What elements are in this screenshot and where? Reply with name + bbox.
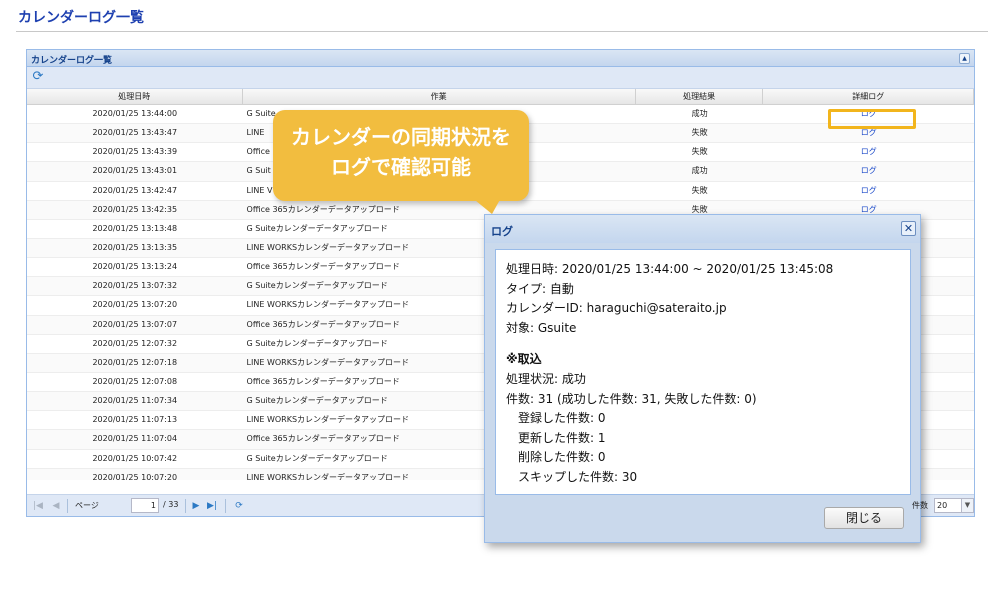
grid-toolbar: ⟳ — [27, 67, 974, 89]
panel-header: カレンダーログ一覧 ▲ — [27, 50, 974, 67]
title-divider — [16, 31, 988, 32]
prev-page-icon[interactable]: ◀ — [51, 500, 61, 512]
cell-time: 2020/01/25 13:07:32 — [92, 281, 178, 291]
log-status: 処理状況: 成功 — [506, 371, 586, 386]
dialog-header: ログ ✕ — [485, 215, 920, 243]
chevron-down-icon[interactable]: ▼ — [961, 498, 974, 513]
cell-time: 2020/01/25 10:07:20 — [92, 472, 178, 480]
cell-time: 2020/01/25 13:42:35 — [92, 204, 178, 214]
log-registered: 登録した件数: 0 — [518, 411, 606, 426]
cell-time: 2020/01/25 13:07:20 — [92, 300, 178, 310]
cell-result: 成功 — [691, 166, 708, 176]
log-link[interactable]: ログ — [861, 205, 877, 214]
dialog-body: 処理日時: 2020/01/25 13:44:00 ~ 2020/01/25 1… — [495, 249, 911, 495]
page-size-group: 件数 20 ▼ — [912, 495, 974, 515]
cell-time: 2020/01/25 12:07:08 — [92, 376, 178, 386]
pager-separator — [225, 499, 226, 513]
refresh-icon[interactable]: ⟳ — [234, 500, 244, 512]
log-updated: 更新した件数: 1 — [518, 430, 606, 445]
cell-log-link: ログ — [763, 162, 974, 180]
log-time: 処理日時: 2020/01/25 13:44:00 ~ 2020/01/25 1… — [506, 262, 834, 276]
cell-log-link: ログ — [763, 143, 974, 161]
total-pages: / 33 — [163, 500, 179, 509]
log-target: 対象: Gsuite — [506, 320, 577, 335]
cell-time: 2020/01/25 13:13:24 — [92, 262, 178, 272]
last-page-icon[interactable]: ▶| — [207, 500, 217, 512]
refresh-icon[interactable]: ⟳ — [31, 70, 45, 84]
cell-time: 2020/01/25 10:07:42 — [92, 453, 178, 463]
cell-log-link: ログ — [763, 182, 974, 200]
callout-line-1: カレンダーの同期状況を — [291, 125, 511, 149]
log-type: タイプ: 自動 — [506, 281, 574, 296]
grid-header: 処理日時 作業 処理結果 詳細ログ — [27, 89, 975, 105]
log-link[interactable]: ログ — [861, 166, 877, 175]
cell-time: 2020/01/25 13:43:01 — [92, 166, 178, 176]
close-button[interactable]: 閉じる — [824, 507, 904, 529]
cell-time: 2020/01/25 11:07:34 — [92, 396, 178, 406]
pager-separator — [185, 499, 186, 513]
first-page-icon[interactable]: |◀ — [33, 500, 43, 512]
cell-time: 2020/01/25 13:13:48 — [92, 223, 178, 233]
dialog-title: ログ — [491, 225, 513, 238]
log-section-title: ※取込 — [506, 352, 542, 367]
page-size-label: 件数 — [912, 501, 928, 510]
collapse-icon[interactable]: ▲ — [959, 53, 970, 64]
close-icon[interactable]: ✕ — [901, 221, 916, 236]
cell-result: 失敗 — [691, 185, 708, 195]
column-header-log[interactable]: 詳細ログ — [763, 89, 975, 104]
cell-time: 2020/01/25 13:43:39 — [92, 147, 178, 157]
pager-separator — [67, 499, 68, 513]
log-link[interactable]: ログ — [861, 128, 877, 137]
cell-result: 失敗 — [691, 128, 708, 138]
page-label: ページ — [75, 501, 99, 510]
log-dialog: ログ ✕ 処理日時: 2020/01/25 13:44:00 ~ 2020/01… — [484, 214, 921, 543]
callout-text: カレンダーの同期状況を ログで確認可能 — [273, 122, 529, 182]
cell-time: 2020/01/25 12:07:18 — [92, 357, 178, 367]
cell-result: 失敗 — [691, 147, 708, 157]
cell-time: 2020/01/25 13:42:47 — [92, 185, 178, 195]
cell-time: 2020/01/25 13:07:07 — [92, 319, 178, 329]
cell-time: 2020/01/25 13:43:47 — [92, 128, 178, 138]
log-skipped: スキップした件数: 30 — [518, 469, 638, 484]
log-link[interactable]: ログ — [861, 147, 877, 156]
callout-bubble: カレンダーの同期状況を ログで確認可能 — [273, 110, 529, 201]
log-deleted: 削除した件数: 0 — [518, 450, 606, 465]
cell-time: 2020/01/25 13:44:00 — [92, 109, 178, 118]
cell-time: 2020/01/25 11:07:13 — [92, 415, 178, 425]
log-link-highlight — [828, 109, 916, 129]
dialog-footer: 閉じる — [485, 499, 920, 543]
cell-result: 成功 — [691, 109, 708, 118]
column-header-task[interactable]: 作業 — [243, 89, 636, 104]
log-calendar-id: カレンダーID: haraguchi@sateraito.jp — [506, 301, 727, 316]
panel-title: カレンダーログ一覧 — [31, 56, 113, 66]
column-header-time[interactable]: 処理日時 — [27, 89, 243, 104]
cell-time: 2020/01/25 13:13:35 — [92, 242, 178, 252]
next-page-icon[interactable]: ▶ — [191, 500, 201, 512]
page-size-select[interactable]: 20 — [934, 498, 964, 513]
log-link[interactable]: ログ — [861, 186, 877, 195]
cell-time: 2020/01/25 12:07:32 — [92, 338, 178, 348]
callout-line-2: ログで確認可能 — [331, 155, 471, 179]
column-header-result[interactable]: 処理結果 — [636, 89, 764, 104]
log-count: 件数: 31 (成功した件数: 31, 失敗した件数: 0) — [506, 391, 757, 406]
page-title: カレンダーログ一覧 — [18, 10, 144, 26]
page-number-input[interactable]: 1 — [131, 498, 159, 513]
callout-tail — [470, 196, 502, 214]
cell-time: 2020/01/25 11:07:04 — [92, 434, 178, 444]
